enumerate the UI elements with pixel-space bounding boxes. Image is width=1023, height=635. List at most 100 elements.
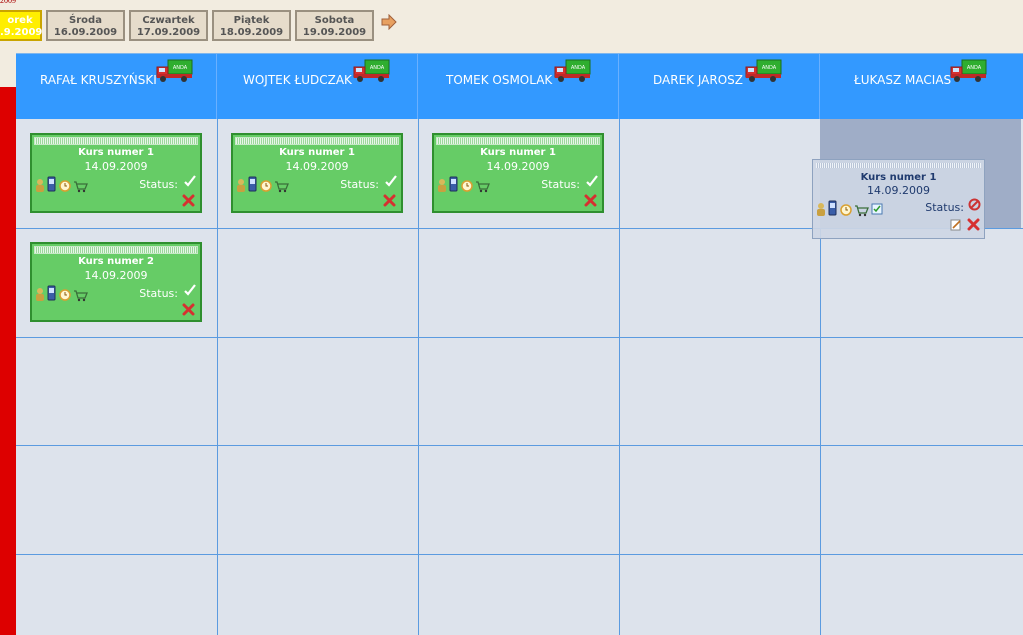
drag-handle[interactable] [235, 137, 399, 145]
left-time-bar [0, 53, 16, 635]
route-icons [36, 285, 88, 302]
drivers-header: RAFAŁ KRUSZYŃSKI ANDA WOJTEK ŁUDCZAK AND… [16, 53, 1023, 120]
tab-day-label: orek [7, 15, 33, 26]
tab-day-date: 18.09.2009 [219, 27, 284, 38]
route-date: 14.09.2009 [285, 160, 349, 173]
route-card[interactable]: Kurs numer 1 14.09.2009 Status: [30, 133, 202, 213]
grid-divider [16, 445, 1023, 446]
tab-day-label: Czwartek [142, 15, 195, 26]
driver-person-icon [817, 203, 825, 216]
grid-divider [16, 554, 1023, 555]
status-label: Status: [925, 201, 964, 214]
phone-icon [449, 176, 458, 192]
route-icons [817, 200, 883, 217]
clock-icon [461, 180, 473, 192]
status-check-icon [184, 175, 196, 187]
status-check-icon [385, 175, 397, 187]
route-title: Kurs numer 2 [78, 256, 154, 267]
truck-icon: ANDA [745, 59, 782, 82]
tab-day-0[interactable]: orek .9.2009 [0, 10, 42, 41]
tab-day-date: 16.09.2009 [53, 27, 118, 38]
driver-name: WOJTEK ŁUDCZAK [243, 73, 352, 87]
tab-day-2[interactable]: Czwartek 17.09.2009 [129, 10, 208, 41]
route-card[interactable]: Kurs numer 1 14.09.2009 Status: [432, 133, 604, 213]
tab-day-label: Piątek [233, 15, 270, 26]
route-date: 14.09.2009 [867, 184, 930, 197]
phone-icon [47, 176, 56, 192]
status-label: Status: [340, 178, 379, 191]
truck-icon: ANDA [554, 59, 591, 82]
edit-icon[interactable] [950, 219, 962, 231]
truck-icon: ANDA [353, 59, 390, 82]
delete-icon[interactable] [584, 194, 597, 207]
clock-icon [59, 289, 71, 301]
tab-day-label: Środa [69, 15, 102, 26]
truck-label: ANDA [173, 65, 188, 71]
delete-icon[interactable] [182, 303, 195, 316]
route-date: 14.09.2009 [84, 269, 148, 282]
status-label: Status: [541, 178, 580, 191]
truck-label: ANDA [370, 65, 385, 71]
route-card[interactable]: Kurs numer 1 14.09.2009 Status: [231, 133, 403, 213]
drag-handle[interactable] [34, 137, 198, 145]
cart-icon [476, 181, 490, 193]
status-label: Status: [139, 178, 178, 191]
cart-icon [74, 181, 88, 193]
driver-person-icon [438, 179, 446, 192]
drag-handle[interactable] [436, 137, 600, 145]
driver-person-icon [36, 288, 44, 301]
tab-day-4[interactable]: Sobota 19.09.2009 [295, 10, 374, 41]
route-icons [438, 176, 490, 193]
tab-day-label: Sobota [314, 15, 355, 26]
phone-icon [47, 285, 56, 301]
driver-name: RAFAŁ KRUSZYŃSKI [40, 73, 157, 87]
route-title: Kurs numer 1 [78, 147, 154, 158]
delete-icon[interactable] [383, 194, 396, 207]
cart-icon [855, 205, 869, 217]
tab-day-date: 17.09.2009 [136, 27, 201, 38]
delete-icon[interactable] [182, 194, 195, 207]
tab-day-1[interactable]: Środa 16.09.2009 [46, 10, 125, 41]
dragged-route-card[interactable]: Kurs numer 1 14.09.2009 Status: [812, 159, 985, 239]
driver-name: ŁUKASZ MACIAS [854, 73, 952, 87]
truck-icon: ANDA [156, 59, 193, 82]
clock-icon [840, 204, 852, 216]
cart-icon [74, 290, 88, 302]
drag-handle[interactable] [816, 163, 981, 168]
route-date: 14.09.2009 [486, 160, 550, 173]
route-date: 14.09.2009 [84, 160, 148, 173]
driver-person-icon [36, 179, 44, 192]
route-card[interactable]: Kurs numer 2 14.09.2009 Status: [30, 242, 202, 322]
status-check-icon [184, 284, 196, 296]
route-title: Kurs numer 1 [860, 172, 937, 183]
status-blocked-icon [968, 198, 981, 211]
route-title: Kurs numer 1 [279, 147, 355, 158]
phone-icon [828, 200, 837, 216]
route-icons [36, 176, 88, 193]
driver-column-header: WOJTEK ŁUDCZAK ANDA [217, 54, 418, 120]
tab-day-date: .9.2009 [0, 27, 43, 38]
driver-column-header: ŁUKASZ MACIAS ANDA [820, 54, 1023, 120]
driver-column-header: TOMEK OSMOLAK ANDA [418, 54, 619, 120]
tab-day-date: 19.09.2009 [302, 27, 367, 38]
phone-icon [248, 176, 257, 192]
clock-icon [59, 180, 71, 192]
next-arrow-icon[interactable] [381, 14, 397, 30]
status-label: Status: [139, 287, 178, 300]
driver-name: DAREK JAROSZ [653, 73, 743, 87]
truck-label: ANDA [762, 65, 777, 71]
status-check-icon [586, 175, 598, 187]
grid-divider [418, 119, 419, 635]
route-title: Kurs numer 1 [480, 147, 556, 158]
driver-column-header: DAREK JAROSZ ANDA [619, 54, 820, 120]
side-red-strip [0, 87, 16, 635]
delete-icon[interactable] [967, 218, 980, 231]
grid-divider [16, 337, 1023, 338]
grid-divider [619, 119, 620, 635]
truck-icon: ANDA [950, 59, 987, 82]
truck-label: ANDA [571, 65, 586, 71]
tab-day-3[interactable]: Piątek 18.09.2009 [212, 10, 291, 41]
truck-label: ANDA [967, 65, 982, 71]
year-fragment: 2009 [0, 0, 16, 5]
drag-handle[interactable] [34, 246, 198, 254]
